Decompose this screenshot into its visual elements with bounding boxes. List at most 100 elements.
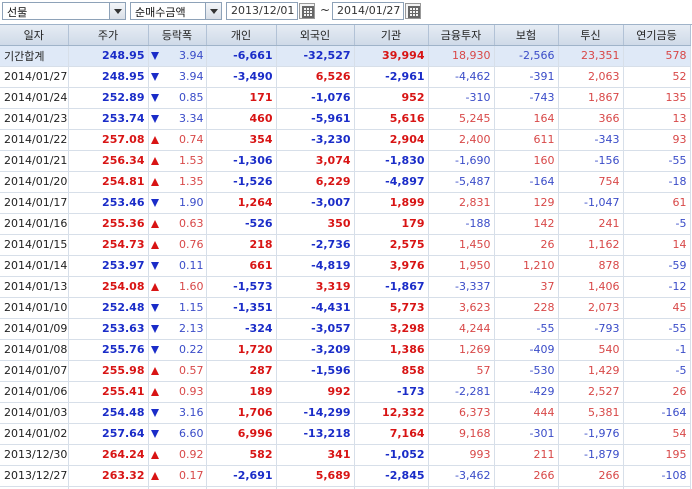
down-triangle-icon [150, 429, 159, 438]
individual-cell: 218 [206, 234, 277, 256]
price-cell: 253.46 [68, 192, 149, 214]
mode-select[interactable]: 순매수금액 [130, 2, 222, 20]
price-cell: 257.08 [68, 129, 149, 151]
table-row[interactable]: 2014/01/17 253.46 1.90 1,264 -3,007 1,899 2,83… [0, 192, 691, 214]
pension-cell: 52 [623, 66, 691, 88]
table-row[interactable]: 2014/01/14 253.97 0.11 661 -4,819 3,976 1,950 1… [0, 255, 691, 277]
table-row[interactable]: 2014/01/27 248.95 3.94 -3,490 6,526 -2,961 -4,… [0, 66, 691, 88]
individual-cell: -1,351 [206, 297, 277, 319]
column-header-institution[interactable]: 기관 [354, 25, 429, 46]
change-wrap: 0.76 [150, 238, 204, 251]
table-row[interactable]: 2013/12/27 263.32 0.17 -2,691 5,689 -2,845 -3,… [0, 465, 691, 487]
individual-cell: -1,573 [206, 276, 277, 298]
insurance-cell: 164 [494, 108, 559, 130]
change-cell: 3.94 [148, 66, 207, 88]
insurance-cell: 37 [494, 276, 559, 298]
investment-trust-cell: -1,976 [558, 423, 624, 445]
table-row[interactable]: 2014/01/15 254.73 0.76 218 -2,736 2,575 1,450 2… [0, 234, 691, 256]
price-cell: 252.48 [68, 297, 149, 319]
table-row[interactable]: 2014/01/22 257.08 0.74 354 -3,230 2,904 2,400 6… [0, 129, 691, 151]
investment-trust-cell: 5,381 [558, 402, 624, 424]
price-cell: 252.89 [68, 87, 149, 109]
individual-cell: -1,306 [206, 150, 277, 172]
calendar-icon[interactable] [299, 3, 315, 19]
change-value: 1.60 [179, 280, 204, 293]
column-header-price[interactable]: 주가 [68, 25, 149, 46]
table-row[interactable]: 2014/01/02 257.64 6.60 6,996 -13,218 7,164 9,1… [0, 423, 691, 445]
column-header-date[interactable]: 일자 [0, 25, 69, 46]
table-row[interactable]: 2014/01/07 255.98 0.57 287 -1,596 858 57 -530 1,… [0, 360, 691, 382]
foreign-cell: -1,596 [276, 360, 355, 382]
insurance-cell: -743 [494, 87, 559, 109]
table-row[interactable]: 2014/01/13 254.08 1.60 -1,573 3,319 -1,867 -3,… [0, 276, 691, 298]
column-header-investment-trust[interactable]: 투신 [558, 25, 624, 46]
table-row[interactable]: 2014/01/24 252.89 0.85 171 -1,076 952 -310 -743… [0, 87, 691, 109]
price-cell: 254.81 [68, 171, 149, 193]
insurance-cell: -429 [494, 381, 559, 403]
institution-cell: -1,052 [354, 444, 429, 466]
change-value: 2.13 [179, 322, 204, 335]
table-row[interactable]: 2013/12/30 264.24 0.92 582 341 -1,052 993 211 -1… [0, 444, 691, 466]
institution-cell: 2,904 [354, 129, 429, 151]
up-triangle-icon [150, 387, 159, 396]
institution-cell: 1,386 [354, 339, 429, 361]
period-total-row[interactable]: 기간합계 248.95 3.94 -6,661 -32,527 39,994 18,930-… [0, 45, 691, 67]
table-row[interactable]: 2014/01/16 255.36 0.63 -526 350 179 -188 142 241… [0, 213, 691, 235]
change-wrap: 1.35 [150, 175, 204, 188]
start-date-field[interactable]: 2013/12/01 [226, 2, 298, 20]
change-cell: 3.34 [148, 108, 207, 130]
individual-cell: -2,691 [206, 465, 277, 487]
financial-investment-cell: -4,462 [428, 66, 495, 88]
individual-cell: -526 [206, 213, 277, 235]
column-header-change[interactable]: 등락폭 [148, 25, 207, 46]
column-header-pension[interactable]: 연기금등 [623, 25, 691, 46]
column-header-financial-investment[interactable]: 금융투자 [428, 25, 495, 46]
change-value: 3.16 [179, 406, 204, 419]
change-value: 0.93 [179, 385, 204, 398]
change-cell: 2.13 [148, 318, 207, 340]
financial-investment-cell: -3,337 [428, 276, 495, 298]
change-cell: 3.16 [148, 402, 207, 424]
column-header-insurance[interactable]: 보험 [494, 25, 559, 46]
table-row[interactable]: 2014/01/09 253.63 2.13 -324 -3,057 3,298 4,244… [0, 318, 691, 340]
investment-trust-cell: 266 [558, 465, 624, 487]
date-cell: 2014/01/08 [0, 339, 69, 361]
change-cell: 0.57 [148, 360, 207, 382]
calendar-icon[interactable] [405, 3, 421, 19]
change-value: 0.92 [179, 448, 204, 461]
date-cell: 2014/01/24 [0, 87, 69, 109]
market-select[interactable]: 선물 [2, 2, 126, 20]
foreign-cell: 5,689 [276, 465, 355, 487]
chevron-down-icon[interactable] [205, 3, 221, 19]
date-cell: 2014/01/17 [0, 192, 69, 214]
down-triangle-icon [150, 303, 159, 312]
insurance-cell: -2,566 [494, 45, 559, 67]
mode-select-value: 순매수금액 [135, 6, 186, 19]
individual-cell: -1,526 [206, 171, 277, 193]
table-row[interactable]: 2014/01/21 256.34 1.53 -1,306 3,074 -1,830 -1,… [0, 150, 691, 172]
down-triangle-icon [150, 408, 159, 417]
change-value: 0.17 [179, 469, 204, 482]
price-cell: 255.98 [68, 360, 149, 382]
date-range-separator: ~ [320, 3, 331, 17]
table-row[interactable]: 2014/01/10 252.48 1.15 -1,351 -4,431 5,773 3,6… [0, 297, 691, 319]
individual-cell: -324 [206, 318, 277, 340]
insurance-cell: 611 [494, 129, 559, 151]
column-header-foreign[interactable]: 외국인 [276, 25, 355, 46]
financial-investment-cell: -310 [428, 87, 495, 109]
investment-trust-cell: -156 [558, 150, 624, 172]
table-row[interactable]: 2014/01/06 255.41 0.93 189 992 -173 -2,281 -429… [0, 381, 691, 403]
change-cell: 6.60 [148, 423, 207, 445]
table-row[interactable]: 2014/01/08 255.76 0.22 1,720 -3,209 1,386 1,26… [0, 339, 691, 361]
institution-cell: 12,332 [354, 402, 429, 424]
end-date-field[interactable]: 2014/01/27 [332, 2, 404, 20]
investment-trust-cell: 2,073 [558, 297, 624, 319]
institution-cell: 7,164 [354, 423, 429, 445]
chevron-down-icon[interactable] [109, 3, 125, 19]
table-row[interactable]: 2014/01/03 254.48 3.16 1,706 -14,299 12,332 6,… [0, 402, 691, 424]
column-header-individual[interactable]: 개인 [206, 25, 277, 46]
date-cell: 2014/01/16 [0, 213, 69, 235]
table-row[interactable]: 2014/01/23 253.74 3.34 460 -5,961 5,616 5,245 1… [0, 108, 691, 130]
table-row[interactable]: 2014/01/20 254.81 1.35 -1,526 6,229 -4,897 -5,… [0, 171, 691, 193]
change-wrap: 3.34 [150, 112, 204, 125]
